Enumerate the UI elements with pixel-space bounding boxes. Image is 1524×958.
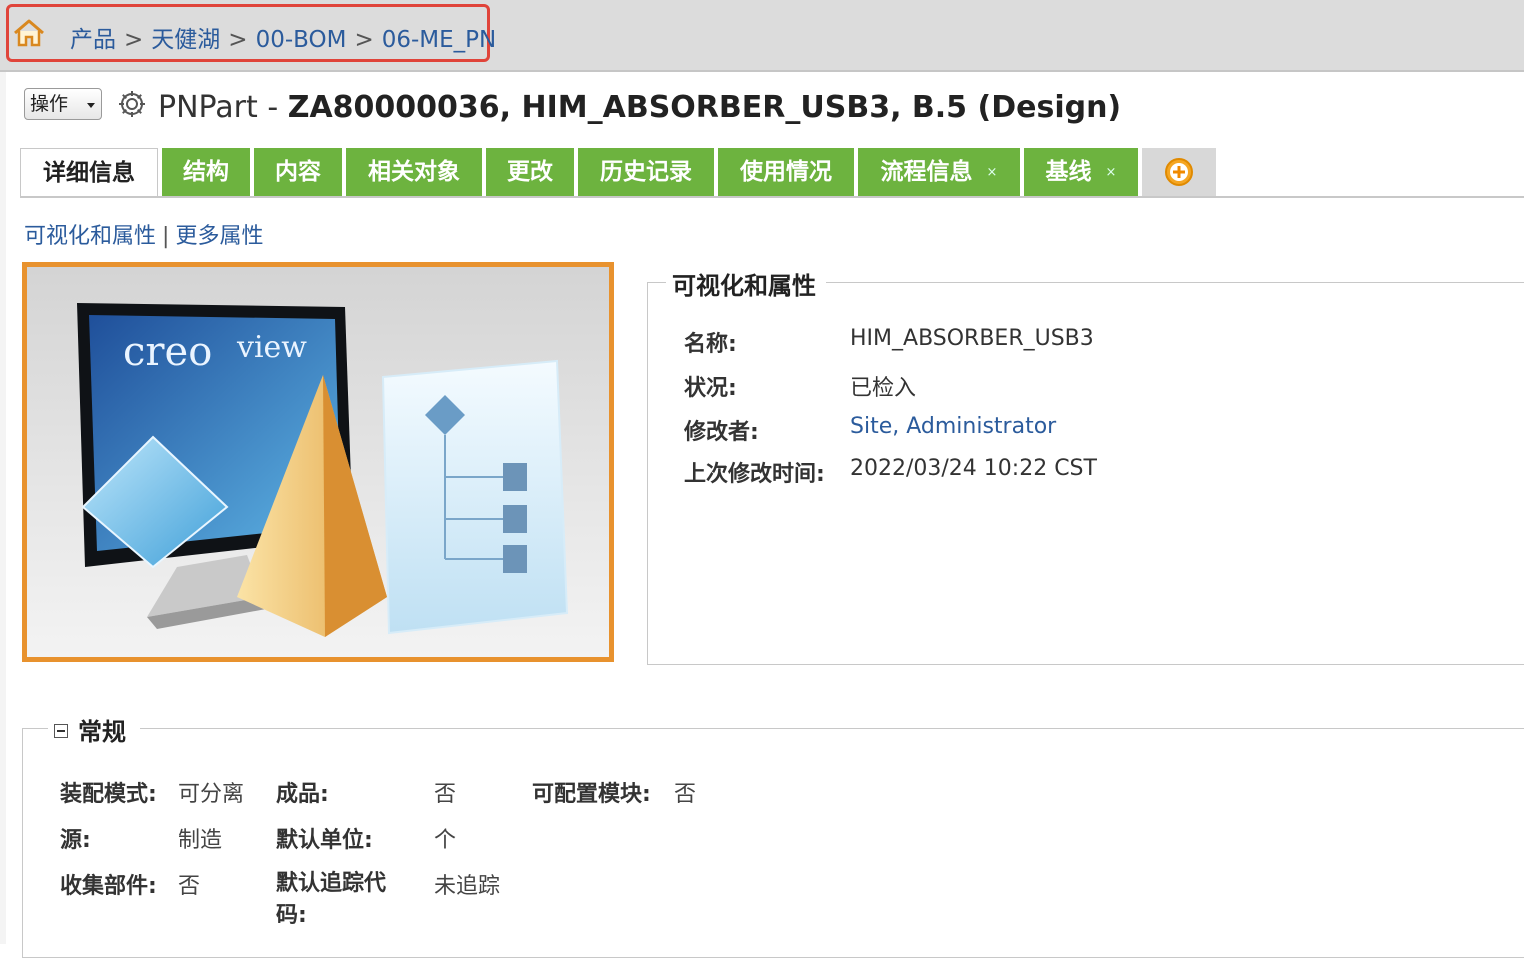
attribute-value: 2022/03/24 10:22 CST [850,456,1097,481]
configurable-module-value: 否 [674,782,697,807]
tab-label: 相关对象 [368,159,460,185]
breadcrumb-item-products[interactable]: 产品 [70,27,116,53]
tab-details[interactable]: 详细信息 [20,148,158,198]
breadcrumb-item-bom-folder[interactable]: 00-BOM [256,27,347,53]
creo-view-illustration: creo view [27,267,609,657]
title-dash: - [267,90,279,125]
breadcrumb-separator: > [124,27,144,53]
add-tab-icon [1165,158,1193,186]
close-icon[interactable]: × [987,165,998,180]
source-label: 源: [60,828,91,853]
tab-label: 详细信息 [43,160,135,186]
tab-baselines[interactable]: 基线 × [1024,148,1138,196]
chevron-down-icon [87,103,95,108]
tab-structure[interactable]: 结构 [162,148,250,196]
general-section-title: 常规 [78,718,126,746]
tab-where-used[interactable]: 使用情况 [718,148,854,196]
tab-history[interactable]: 历史记录 [578,148,714,196]
link-more-attributes[interactable]: 更多属性 [175,224,263,249]
gear-icon [119,91,145,117]
attribute-label: 上次修改时间: [684,462,825,487]
tab-divider [20,196,1524,198]
tab-changes[interactable]: 更改 [486,148,574,196]
breadcrumb-separator: > [228,27,248,53]
section-links: 可视化和属性 | 更多属性 [24,218,263,250]
breadcrumb-separator: > [354,27,374,53]
link-visualization-attributes[interactable]: 可视化和属性 [24,224,156,249]
panel-title: 可视化和属性 [666,266,826,301]
actions-menu-button[interactable]: 操作 [24,88,102,120]
left-edge [0,70,6,944]
object-identity: ZA80000036, HIM_ABSORBER_USB3, B.5 (Desi… [287,90,1122,125]
tab-label: 结构 [183,159,229,185]
modified-by-link[interactable]: Site, Administrator [850,414,1056,439]
breadcrumb-item-me-pn-folder[interactable]: 06-ME_PN [382,27,497,53]
tab-label: 流程信息 [880,159,973,185]
add-tab-button[interactable] [1142,148,1216,196]
visualization-thumbnail[interactable]: creo view [22,262,614,662]
default-unit-label: 默认单位: [276,828,373,853]
configurable-module-label: 可配置模块: [532,782,651,807]
creo-view-logo-suffix: view [236,330,307,365]
attribute-value: 已检入 [850,376,917,401]
page-title: PNPart - ZA80000036, HIM_ABSORBER_USB3, … [158,90,1121,125]
close-icon[interactable]: × [1106,165,1117,180]
collapse-icon[interactable] [54,724,68,738]
link-separator: | [162,224,170,249]
tab-related-objects[interactable]: 相关对象 [346,148,482,196]
tab-label: 内容 [275,159,321,185]
default-unit-value: 个 [434,828,457,853]
end-item-label: 成品: [276,782,329,807]
object-type: PNPart [158,90,258,125]
general-section-header[interactable]: 常规 [48,712,140,747]
tab-label: 历史记录 [600,159,692,185]
default-trace-code-value: 未追踪 [434,874,501,899]
attribute-value: HIM_ABSORBER_USB3 [850,326,1094,351]
home-icon[interactable] [12,18,46,48]
default-trace-code-label: 默认追踪代码: [276,871,387,928]
end-item-value: 否 [434,782,457,807]
creo-view-logo: creo [123,329,212,375]
breadcrumb-bar: 产品 > 天健湖 >00-BOM >06-ME_PN [0,0,1524,72]
tab-label: 使用情况 [740,159,832,185]
breadcrumb-item-library[interactable]: 天健湖 [151,27,220,53]
gathering-part-label: 收集部件: [60,874,157,899]
tab-label: 基线 [1045,159,1092,185]
assembly-mode-label: 装配模式: [60,782,157,807]
actions-label: 操作 [30,93,69,115]
gathering-part-value: 否 [178,874,201,899]
breadcrumb: 产品 > 天健湖 >00-BOM >06-ME_PN [70,20,496,54]
assembly-mode-value: 可分离 [178,782,245,807]
source-value: 制造 [178,828,223,853]
attribute-label: 状况: [684,376,737,401]
attribute-label: 名称: [684,332,737,357]
general-section [22,728,1524,958]
tab-content[interactable]: 内容 [254,148,342,196]
tab-process-info[interactable]: 流程信息 × [858,148,1020,196]
tab-label: 更改 [507,159,553,185]
attribute-label: 修改者: [684,420,759,445]
